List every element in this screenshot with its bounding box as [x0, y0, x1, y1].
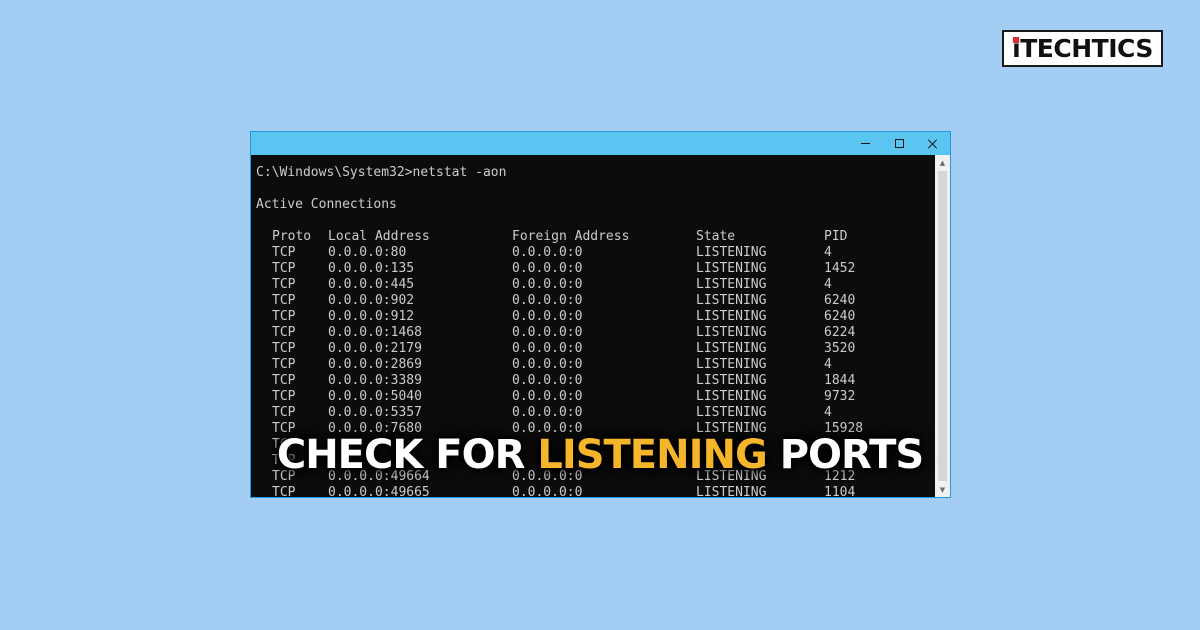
section-title: Active Connections: [256, 197, 397, 212]
close-icon: [928, 139, 938, 149]
cell-state: LISTENING: [696, 373, 767, 388]
cell-local-address: 0.0.0.0:2179: [328, 341, 422, 356]
cell-local-address: 0.0.0.0:5357: [328, 405, 422, 420]
table-row: TCP 0.0.0.0:902 0.0.0.0:0 LISTENING 6240: [256, 293, 934, 309]
cell-local-address: 0.0.0.0:1468: [328, 325, 422, 340]
cell-proto: TCP: [272, 341, 296, 356]
cell-state: LISTENING: [696, 277, 767, 292]
table-row: TCP 0.0.0.0:5357 0.0.0.0:0 LISTENING 4: [256, 405, 934, 421]
header-foreign-address: Foreign Address: [512, 229, 630, 244]
cell-proto: TCP: [272, 293, 296, 308]
cell-proto: TCP: [272, 405, 296, 420]
itechtics-logo: i TECHTICS: [1002, 30, 1163, 67]
cell-foreign-address: 0.0.0.0:0: [512, 293, 583, 308]
cell-proto: TCP: [272, 389, 296, 404]
cell-local-address: 0.0.0.0:5040: [328, 389, 422, 404]
maximize-icon: [894, 139, 904, 148]
scroll-up-icon[interactable]: ▲: [935, 155, 950, 170]
cell-local-address: 0.0.0.0:49665: [328, 485, 430, 497]
close-button[interactable]: [916, 132, 950, 155]
table-header: Proto Local Address Foreign Address Stat…: [256, 229, 934, 245]
cell-pid: 6224: [824, 325, 856, 340]
cell-pid: 1104: [824, 485, 856, 497]
header-pid: PID: [824, 229, 848, 244]
scroll-down-icon[interactable]: ▼: [935, 482, 950, 497]
cell-proto: TCP: [272, 261, 296, 276]
cell-state: LISTENING: [696, 357, 767, 372]
table-row: TCP 0.0.0.0:1468 0.0.0.0:0 LISTENING 6224: [256, 325, 934, 341]
table-row: TCP 0.0.0.0:445 0.0.0.0:0 LISTENING 4: [256, 277, 934, 293]
cell-foreign-address: 0.0.0.0:0: [512, 261, 583, 276]
cell-pid: 1844: [824, 373, 856, 388]
cell-pid: 1452: [824, 261, 856, 276]
headline-part-1: CHECK FOR: [276, 432, 538, 478]
window-titlebar[interactable]: [251, 132, 950, 155]
headline: CHECK FOR LISTENING PORTS: [0, 430, 1200, 480]
cell-local-address: 0.0.0.0:2869: [328, 357, 422, 372]
headline-part-2: PORTS: [766, 432, 924, 478]
table-row: TCP 0.0.0.0:912 0.0.0.0:0 LISTENING 6240: [256, 309, 934, 325]
cell-foreign-address: 0.0.0.0:0: [512, 245, 583, 260]
cell-foreign-address: 0.0.0.0:0: [512, 309, 583, 324]
cell-local-address: 0.0.0.0:902: [328, 293, 415, 308]
table-row: TCP 0.0.0.0:80 0.0.0.0:0 LISTENING 4: [256, 245, 934, 261]
cell-proto: TCP: [272, 245, 296, 260]
cell-pid: 6240: [824, 293, 856, 308]
cell-state: LISTENING: [696, 309, 767, 324]
cell-proto: TCP: [272, 485, 296, 497]
header-state: State: [696, 229, 736, 244]
cell-state: LISTENING: [696, 293, 767, 308]
table-row: TCP 0.0.0.0:49665 0.0.0.0:0 LISTENING 1104: [256, 485, 934, 497]
table-row: TCP 0.0.0.0:5040 0.0.0.0:0 LISTENING 9732: [256, 389, 934, 405]
cell-state: LISTENING: [696, 245, 767, 260]
cell-state: LISTENING: [696, 485, 767, 497]
cell-local-address: 0.0.0.0:80: [328, 245, 407, 260]
cell-local-address: 0.0.0.0:3389: [328, 373, 422, 388]
logo-red-dot: [1013, 37, 1020, 43]
cell-foreign-address: 0.0.0.0:0: [512, 389, 583, 404]
table-row: TCP 0.0.0.0:2179 0.0.0.0:0 LISTENING 3520: [256, 341, 934, 357]
cell-foreign-address: 0.0.0.0:0: [512, 277, 583, 292]
cell-foreign-address: 0.0.0.0:0: [512, 373, 583, 388]
cell-local-address: 0.0.0.0:445: [328, 277, 415, 292]
cell-pid: 9732: [824, 389, 856, 404]
cell-proto: TCP: [272, 357, 296, 372]
table-row: TCP 0.0.0.0:2869 0.0.0.0:0 LISTENING 4: [256, 357, 934, 373]
cell-pid: 4: [824, 277, 832, 292]
cell-pid: 3520: [824, 341, 856, 356]
cell-state: LISTENING: [696, 261, 767, 276]
cell-foreign-address: 0.0.0.0:0: [512, 325, 583, 340]
cell-foreign-address: 0.0.0.0:0: [512, 405, 583, 420]
header-proto: Proto: [272, 229, 312, 244]
cell-proto: TCP: [272, 277, 296, 292]
cell-pid: 6240: [824, 309, 856, 324]
maximize-button[interactable]: [882, 132, 916, 155]
cell-foreign-address: 0.0.0.0:0: [512, 341, 583, 356]
logo-rest: TECHTICS: [1020, 34, 1153, 63]
cell-proto: TCP: [272, 309, 296, 324]
cell-pid: 4: [824, 405, 832, 420]
cell-pid: 4: [824, 357, 832, 372]
cell-proto: TCP: [272, 325, 296, 340]
cell-pid: 4: [824, 245, 832, 260]
cell-proto: TCP: [272, 373, 296, 388]
table-row: TCP 0.0.0.0:135 0.0.0.0:0 LISTENING 1452: [256, 261, 934, 277]
logo-first-letter: i: [1012, 34, 1021, 63]
cell-state: LISTENING: [696, 341, 767, 356]
minimize-icon: [860, 143, 870, 144]
cell-foreign-address: 0.0.0.0:0: [512, 485, 583, 497]
headline-highlight: LISTENING: [537, 432, 767, 478]
cell-local-address: 0.0.0.0:135: [328, 261, 415, 276]
minimize-button[interactable]: [848, 132, 882, 155]
cell-foreign-address: 0.0.0.0:0: [512, 357, 583, 372]
cell-local-address: 0.0.0.0:912: [328, 309, 415, 324]
table-row: TCP 0.0.0.0:3389 0.0.0.0:0 LISTENING 1844: [256, 373, 934, 389]
cell-state: LISTENING: [696, 325, 767, 340]
command-prompt-line: C:\Windows\System32>netstat -aon: [256, 165, 507, 180]
cell-state: LISTENING: [696, 389, 767, 404]
cell-state: LISTENING: [696, 405, 767, 420]
header-local-address: Local Address: [328, 229, 430, 244]
